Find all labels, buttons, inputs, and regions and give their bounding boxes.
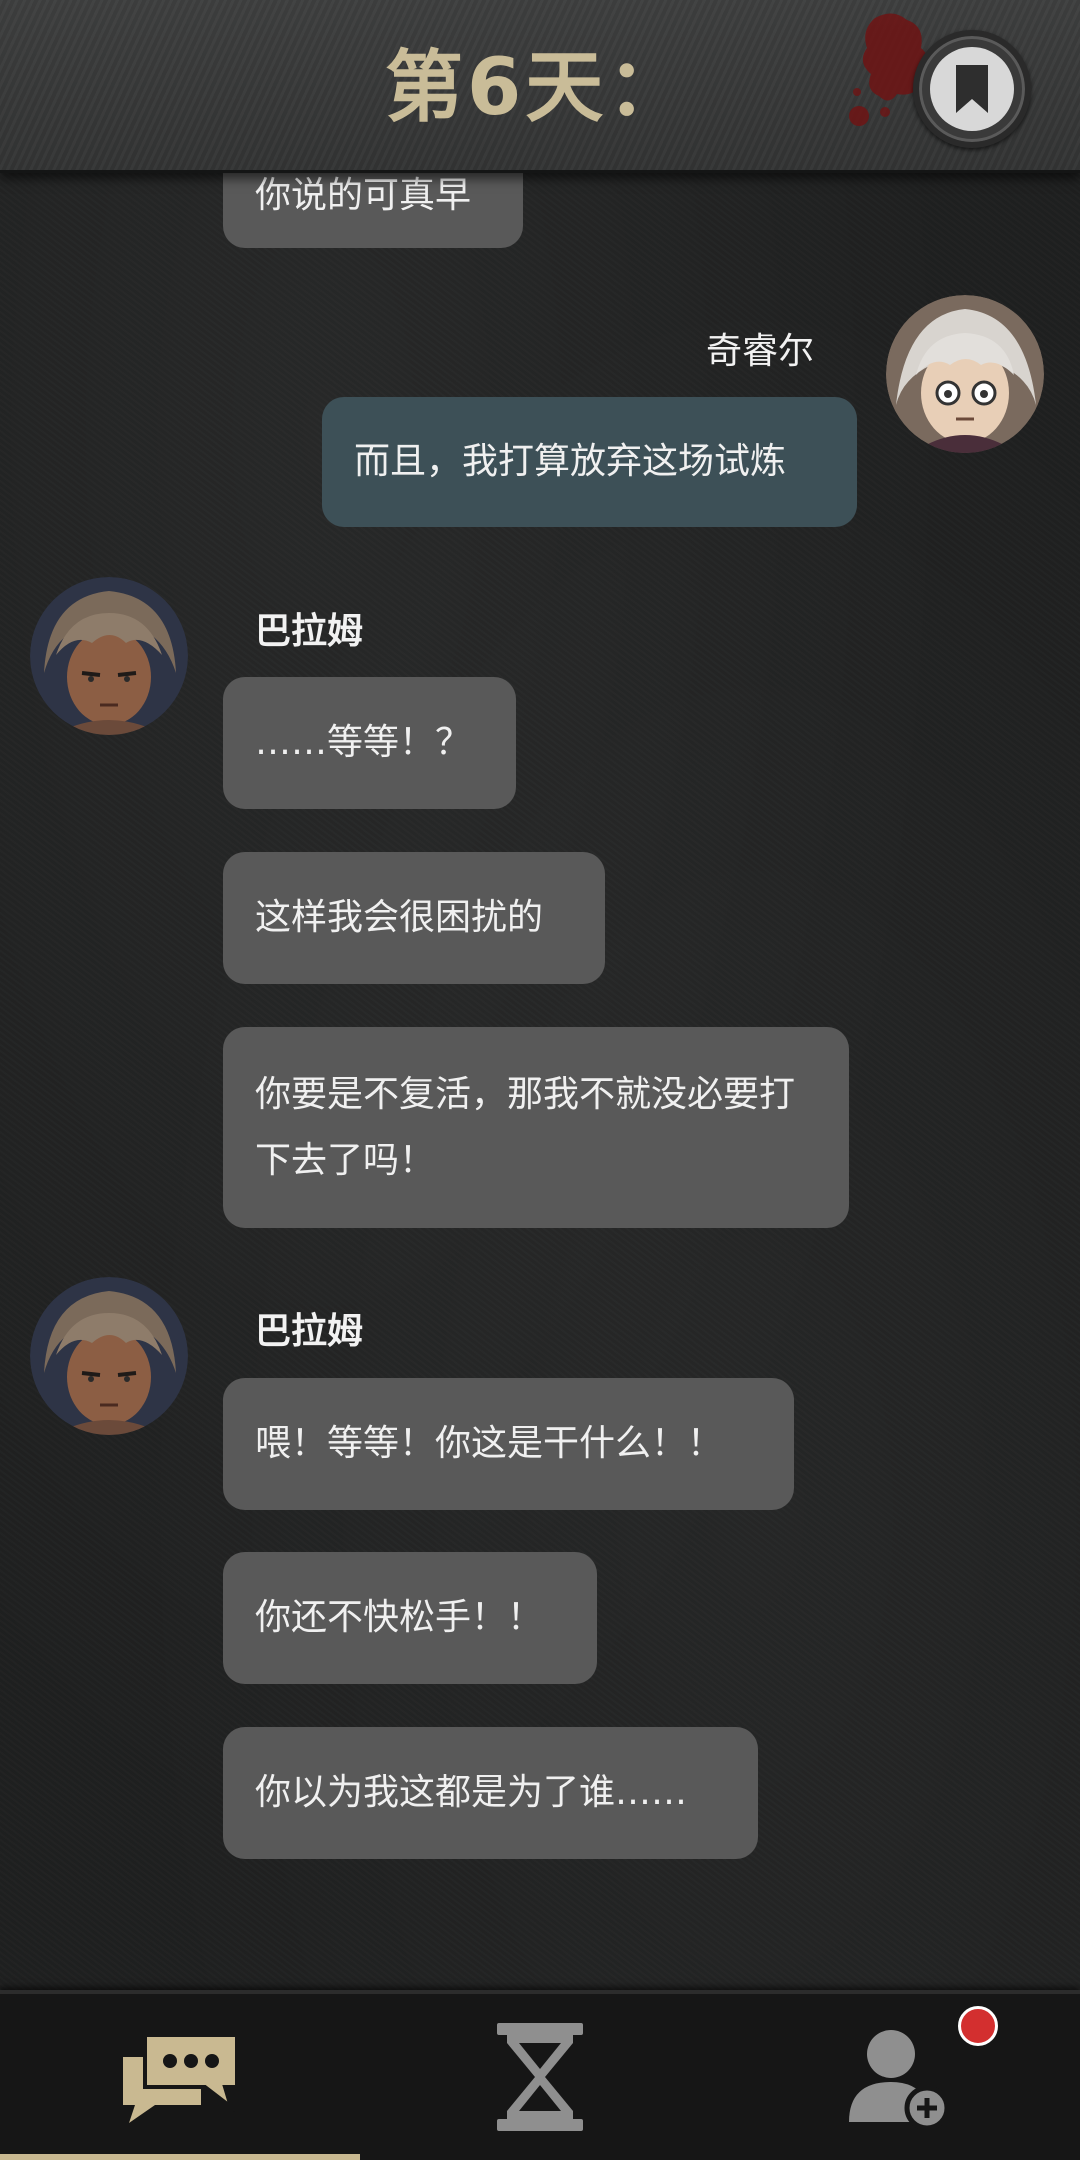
app-screen: 你说的可真早 奇睿尔 而且，我打算放弃这场试炼 巴拉姆 ……等等！？ 这样我会很… bbox=[0, 0, 1080, 2160]
chat-bubbles-icon bbox=[123, 2033, 239, 2123]
message-text: 你说的可真早 bbox=[255, 175, 472, 216]
add-contact-icon bbox=[849, 2030, 950, 2131]
active-tab-indicator bbox=[0, 2154, 360, 2160]
tab-contacts[interactable] bbox=[720, 1994, 1080, 2160]
bookmark-button[interactable] bbox=[913, 30, 1031, 148]
avatar-balam[interactable] bbox=[30, 577, 188, 735]
message-bubble: 喂！等等！你这是干什么！！ bbox=[223, 1378, 794, 1510]
message-bubble: ……等等！？ bbox=[223, 677, 516, 809]
message-text: 喂！等等！你这是干什么！！ bbox=[255, 1423, 724, 1464]
message-bubble-self: 而且，我打算放弃这场试炼 bbox=[322, 397, 857, 527]
avatar-image bbox=[30, 1277, 188, 1435]
message-text: 这样我会很困扰的 bbox=[255, 897, 544, 938]
message-text: 你要是不复活，那我不就没必要打下去了吗！ bbox=[255, 1074, 796, 1181]
tab-timeline[interactable] bbox=[360, 1994, 720, 2160]
avatar-balam[interactable] bbox=[30, 1277, 188, 1435]
tab-chat[interactable] bbox=[0, 1994, 360, 2160]
message-bubble: 你还不快松手！！ bbox=[223, 1552, 597, 1684]
chat-area[interactable]: 你说的可真早 奇睿尔 而且，我打算放弃这场试炼 巴拉姆 ……等等！？ 这样我会很… bbox=[0, 0, 1080, 1990]
avatar-image bbox=[886, 295, 1044, 453]
page-title: 第6天： bbox=[385, 43, 690, 133]
message-bubble: 你以为我这都是为了谁…… bbox=[223, 1727, 758, 1859]
message-text: 你还不快松手！！ bbox=[255, 1597, 544, 1638]
bottom-navigation bbox=[0, 1990, 1080, 2160]
notification-badge bbox=[958, 2006, 998, 2046]
avatar-image bbox=[30, 577, 188, 735]
message-text: 而且，我打算放弃这场试炼 bbox=[354, 441, 787, 482]
hourglass-icon bbox=[497, 2023, 583, 2131]
message-text: 你以为我这都是为了谁…… bbox=[255, 1772, 688, 1813]
bookmark-button-face bbox=[930, 47, 1014, 131]
bookmark-icon bbox=[956, 65, 988, 113]
message-bubble: 这样我会很困扰的 bbox=[223, 852, 605, 984]
message-bubble: 你要是不复活，那我不就没必要打下去了吗！ bbox=[223, 1027, 849, 1228]
sender-name: 巴拉姆 bbox=[255, 611, 364, 652]
avatar-qiruier[interactable] bbox=[886, 295, 1044, 453]
sender-name: 奇睿尔 bbox=[706, 331, 815, 372]
message-text: ……等等！？ bbox=[255, 722, 472, 763]
sender-name: 巴拉姆 bbox=[255, 1311, 364, 1352]
